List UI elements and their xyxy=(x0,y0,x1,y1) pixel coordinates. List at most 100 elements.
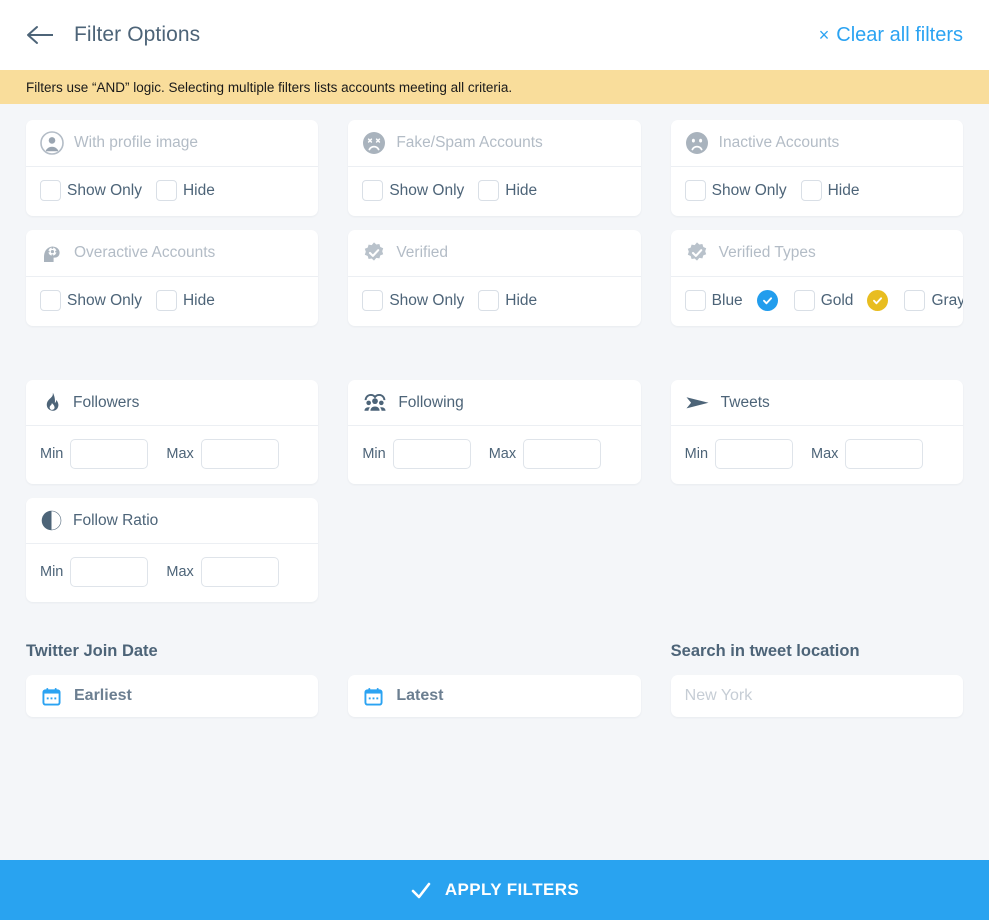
grid-filler xyxy=(348,498,640,616)
join-date-section-title: Twitter Join Date xyxy=(26,642,318,661)
range-inputs: Min Max xyxy=(685,439,924,469)
card-title: Fake/Spam Accounts xyxy=(396,134,542,152)
group-icon xyxy=(362,391,388,414)
show-only-label: Show Only xyxy=(389,182,464,200)
toggle-options: Show Only Hide xyxy=(362,180,537,201)
toggle-options: Show Only Hide xyxy=(40,290,215,311)
hide-checkbox[interactable] xyxy=(801,180,822,201)
blue-verified-label: Blue xyxy=(712,292,743,310)
apply-filters-button[interactable]: APPLY FILTERS xyxy=(0,860,989,920)
hide-checkbox[interactable] xyxy=(156,180,177,201)
filter-card-verified-types: Verified Types Blue Gold xyxy=(671,230,963,326)
verified-badge-icon xyxy=(685,241,709,265)
follow-ratio-grid: Follow Ratio Min Max xyxy=(26,498,963,616)
following-min-input[interactable] xyxy=(393,439,471,469)
card-body: Show Only Hide xyxy=(26,277,318,326)
pie-chart-icon xyxy=(40,509,63,532)
range-cards-grid: Followers Min Max xyxy=(26,380,963,498)
max-label: Max xyxy=(166,446,193,462)
card-header: Overactive Accounts xyxy=(26,230,318,277)
card-title: Followers xyxy=(73,394,139,412)
earliest-date-field[interactable]: Earliest xyxy=(26,675,318,717)
followers-max-input[interactable] xyxy=(201,439,279,469)
blue-verified-checkbox[interactable] xyxy=(685,290,706,311)
location-search-field[interactable]: New York xyxy=(671,675,963,717)
card-title: Tweets xyxy=(721,394,770,412)
check-badge-icon-blue xyxy=(757,290,778,311)
section-spacer xyxy=(26,340,963,380)
following-max-input[interactable] xyxy=(523,439,601,469)
hide-label: Hide xyxy=(505,292,537,310)
close-icon: × xyxy=(819,26,830,44)
latest-date-field[interactable]: Latest xyxy=(348,675,640,717)
gold-verified-label: Gold xyxy=(821,292,854,310)
followers-min-input[interactable] xyxy=(70,439,148,469)
gold-verified-checkbox[interactable] xyxy=(794,290,815,311)
show-only-checkbox[interactable] xyxy=(40,180,61,201)
card-body: Min Max xyxy=(671,426,963,484)
show-only-checkbox[interactable] xyxy=(685,180,706,201)
user-avatar-icon xyxy=(40,131,64,155)
location-search-placeholder: New York xyxy=(685,687,753,705)
card-header: Inactive Accounts xyxy=(671,120,963,167)
show-only-label: Show Only xyxy=(712,182,787,200)
tweets-min-input[interactable] xyxy=(715,439,793,469)
min-label: Min xyxy=(685,446,708,462)
arrow-left-icon[interactable] xyxy=(26,24,56,46)
bottom-titles-grid: Twitter Join Date Search in tweet locati… xyxy=(26,642,963,675)
min-label: Min xyxy=(40,446,63,462)
show-only-checkbox[interactable] xyxy=(362,290,383,311)
check-badge-icon-gold xyxy=(867,290,888,311)
max-label: Max xyxy=(166,564,193,580)
gray-verified-label: Gray xyxy=(931,292,963,310)
hide-label: Hide xyxy=(505,182,537,200)
show-only-checkbox[interactable] xyxy=(40,290,61,311)
min-label: Min xyxy=(40,564,63,580)
card-header: Tweets xyxy=(671,380,963,426)
card-body: Show Only Hide xyxy=(348,167,640,216)
card-header: With profile image xyxy=(26,120,318,167)
hide-checkbox[interactable] xyxy=(478,290,499,311)
card-header: Verified Types xyxy=(671,230,963,277)
card-header: Fake/Spam Accounts xyxy=(348,120,640,167)
card-header: Verified xyxy=(348,230,640,277)
toggle-options: Show Only Hide xyxy=(40,180,215,201)
card-body: Show Only Hide xyxy=(348,277,640,326)
card-body: Min Max xyxy=(348,426,640,484)
filter-options-page: Filter Options × Clear all filters Filte… xyxy=(0,0,989,920)
sad-face-icon xyxy=(685,131,709,155)
hide-checkbox[interactable] xyxy=(156,290,177,311)
card-body: Show Only Hide xyxy=(671,167,963,216)
max-label: Max xyxy=(811,446,838,462)
clear-all-filters-button[interactable]: × Clear all filters xyxy=(819,24,963,47)
card-body: Min Max xyxy=(26,426,318,484)
follow-ratio-max-input[interactable] xyxy=(201,557,279,587)
follow-ratio-min-input[interactable] xyxy=(70,557,148,587)
calendar-icon xyxy=(364,687,383,706)
card-title: With profile image xyxy=(74,134,198,152)
bottom-section: Twitter Join Date Search in tweet locati… xyxy=(26,642,963,717)
range-inputs: Min Max xyxy=(40,439,279,469)
hide-checkbox[interactable] xyxy=(478,180,499,201)
verified-type-options: Blue Gold Gray xyxy=(685,290,963,311)
show-only-checkbox[interactable] xyxy=(362,180,383,201)
apply-filters-label: APPLY FILTERS xyxy=(445,880,579,900)
toggle-options: Show Only Hide xyxy=(362,290,537,311)
card-header: Followers xyxy=(26,380,318,426)
range-card-followers: Followers Min Max xyxy=(26,380,318,484)
toggle-options: Show Only Hide xyxy=(685,180,860,201)
card-header: Following xyxy=(348,380,640,426)
hide-label: Hide xyxy=(183,182,215,200)
header-bar: Filter Options × Clear all filters xyxy=(0,0,989,70)
card-body: Min Max xyxy=(26,544,318,602)
page-title: Filter Options xyxy=(74,23,200,47)
card-body: Show Only Hide xyxy=(26,167,318,216)
range-card-follow-ratio: Follow Ratio Min Max xyxy=(26,498,318,602)
filters-body: With profile image Show Only Hide xyxy=(0,104,989,860)
card-title: Follow Ratio xyxy=(73,512,158,530)
latest-date-placeholder: Latest xyxy=(396,687,443,705)
location-section-title: Search in tweet location xyxy=(671,642,963,661)
show-only-label: Show Only xyxy=(389,292,464,310)
tweets-max-input[interactable] xyxy=(845,439,923,469)
gray-verified-checkbox[interactable] xyxy=(904,290,925,311)
